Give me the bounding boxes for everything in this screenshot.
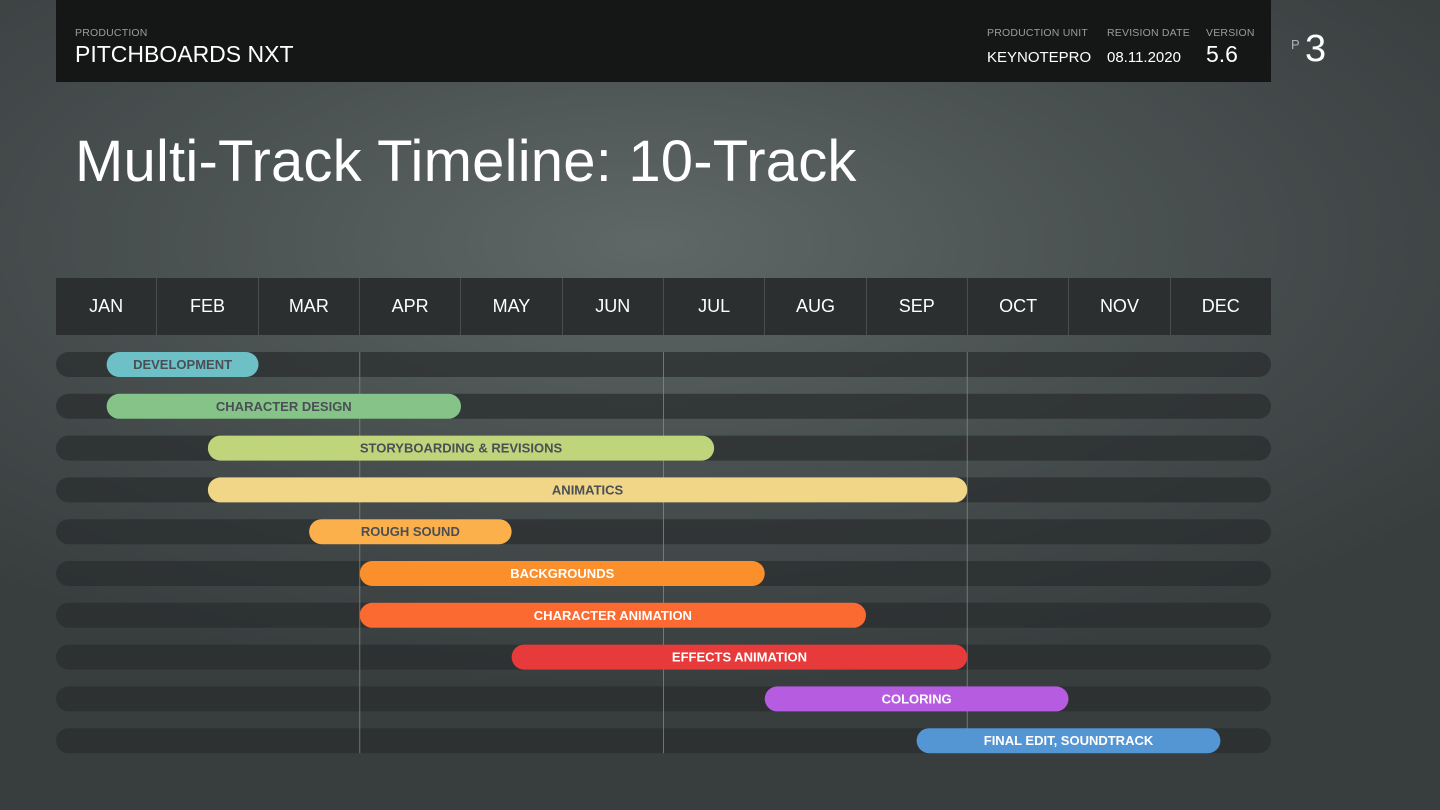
track-label: CHARACTER DESIGN: [216, 399, 352, 414]
track-label: DEVELOPMENT: [133, 357, 232, 372]
track-label: ANIMATICS: [552, 482, 624, 497]
track-label: ROUGH SOUND: [361, 524, 460, 539]
track-label: COLORING: [882, 691, 952, 706]
track-label: EFFECTS ANIMATION: [672, 650, 807, 665]
gantt-chart: DEVELOPMENT CHARACTER DESIGN STORYBOARDING…: [56, 352, 1271, 754]
track-label: BACKGROUNDS: [510, 566, 614, 581]
track-label: CHARACTER ANIMATION: [534, 608, 692, 623]
track-label: STORYBOARDING & REVISIONS: [360, 441, 563, 456]
track-label: FINAL EDIT, SOUNDTRACK: [984, 733, 1154, 748]
